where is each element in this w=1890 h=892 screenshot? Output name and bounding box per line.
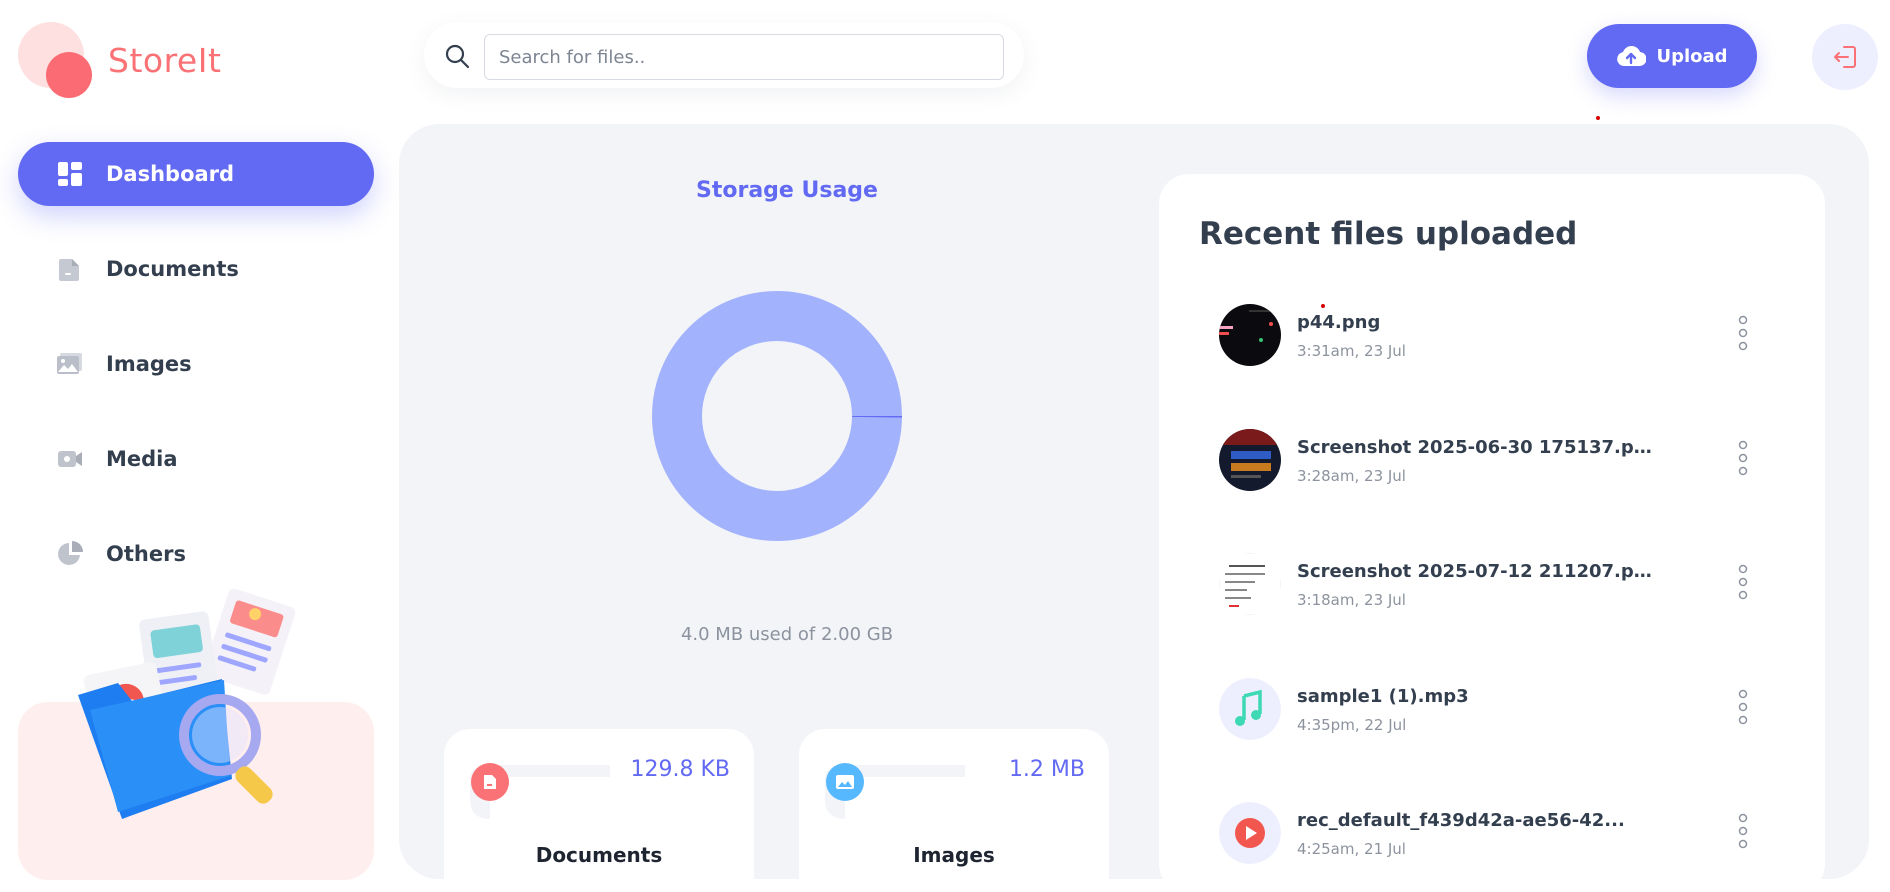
light-doc-image-thumbnail — [1219, 553, 1281, 615]
list-item[interactable]: Screenshot 2025-07-12 211207.png 3:18am,… — [1219, 553, 1779, 678]
more-options-icon[interactable] — [1733, 439, 1753, 479]
sidebar-item-images[interactable]: Images — [18, 332, 374, 396]
file-name: p44.png — [1297, 312, 1381, 333]
search-icon[interactable] — [444, 43, 470, 69]
sidebar-item-media[interactable]: Media — [18, 427, 374, 491]
storage-donut-chart — [652, 291, 902, 541]
sidebar-item-label: Images — [106, 352, 192, 376]
storage-free-ring — [652, 291, 902, 541]
recent-files-title: Recent files uploaded — [1199, 216, 1578, 252]
file-name: Screenshot 2025-06-30 175137.png — [1297, 436, 1657, 458]
logo[interactable]: StoreIt — [18, 22, 221, 98]
summary-card-size: 129.8 KB — [630, 757, 731, 782]
music-icon — [1219, 677, 1281, 740]
list-item[interactable]: p44.png 3:31am, 23 Jul — [1219, 304, 1779, 429]
sidebar-item-label: Media — [106, 447, 178, 471]
file-time: 4:35pm, 22 Jul — [1297, 715, 1407, 734]
play-icon — [1219, 802, 1281, 864]
list-item[interactable]: Screenshot 2025-06-30 175137.png 3:28am,… — [1219, 428, 1779, 554]
recent-files-panel: Recent files uploaded p44.png 3:31am, 23… — [1159, 174, 1825, 879]
file-name: Screenshot 2025-07-12 211207.png — [1297, 561, 1657, 582]
summary-card-images[interactable]: 1.2 MB Images — [799, 729, 1109, 879]
sidebar: StoreIt Dashboard Documents Images Media — [0, 0, 392, 892]
storage-used-text: 4.0 MB used of 2.00 GB — [680, 624, 894, 645]
dark-ui-image-thumbnail — [1219, 428, 1281, 491]
sidebar-item-documents[interactable]: Documents — [18, 237, 374, 301]
image-icon — [56, 350, 84, 378]
sidebar-item-label: Documents — [106, 257, 239, 281]
logout-icon — [1834, 46, 1856, 68]
sidebar-item-label: Others — [106, 542, 186, 566]
upload-button[interactable]: Upload — [1587, 24, 1757, 88]
summary-card-size: 1.2 MB — [1008, 757, 1085, 782]
dashboard-main: Storage Usage 4.0 MB used of 2.00 GB 129… — [399, 124, 1869, 879]
more-options-icon[interactable] — [1733, 314, 1753, 354]
recent-files-list: p44.png 3:31am, 23 Jul Screenshot 2025-0… — [1219, 304, 1779, 879]
dark-image-thumbnail — [1219, 304, 1281, 366]
list-item[interactable]: sample1 (1).mp3 4:35pm, 22 Jul — [1219, 677, 1779, 803]
file-name: sample1 (1).mp3 — [1297, 685, 1469, 707]
document-icon — [484, 775, 496, 789]
app-name: StoreIt — [108, 40, 222, 80]
file-name: rec_default_f439d42a-ae56-42... — [1297, 810, 1625, 831]
search-bar — [424, 22, 1024, 88]
video-icon — [56, 445, 84, 473]
file-time: 3:31am, 23 Jul — [1297, 342, 1406, 360]
more-options-icon[interactable] — [1733, 812, 1753, 852]
file-time: 3:18am, 23 Jul — [1297, 591, 1406, 609]
summary-card-name: Images — [913, 843, 995, 867]
dashboard-icon — [56, 160, 84, 188]
file-time: 3:28am, 23 Jul — [1297, 466, 1406, 485]
storage-usage-title: Storage Usage — [696, 178, 878, 203]
logo-mark-icon — [18, 22, 94, 98]
more-options-icon[interactable] — [1733, 688, 1753, 728]
summary-card-documents[interactable]: 129.8 KB Documents — [444, 729, 754, 879]
file-time: 4:25am, 21 Jul — [1297, 840, 1406, 858]
summary-card-name: Documents — [535, 843, 663, 867]
search-input[interactable] — [484, 34, 1004, 80]
list-item[interactable]: rec_default_f439d42a-ae56-42... 4:25am, … — [1219, 802, 1779, 879]
red-dot-marker — [1596, 116, 1600, 120]
logout-button[interactable] — [1812, 24, 1878, 90]
sidebar-nav: Dashboard Documents Images Media Others — [18, 142, 374, 617]
sidebar-item-label: Dashboard — [106, 162, 235, 186]
document-icon — [56, 255, 84, 283]
cloud-upload-icon — [1617, 46, 1647, 67]
sidebar-item-dashboard[interactable]: Dashboard — [18, 142, 374, 206]
upload-label: Upload — [1656, 45, 1728, 67]
sidebar-item-others[interactable]: Others — [18, 522, 374, 586]
files-illustration-icon — [78, 588, 296, 819]
pie-chart-icon — [56, 540, 84, 568]
image-icon — [836, 775, 854, 789]
red-dot-marker — [1321, 304, 1325, 308]
more-options-icon[interactable] — [1733, 563, 1753, 603]
